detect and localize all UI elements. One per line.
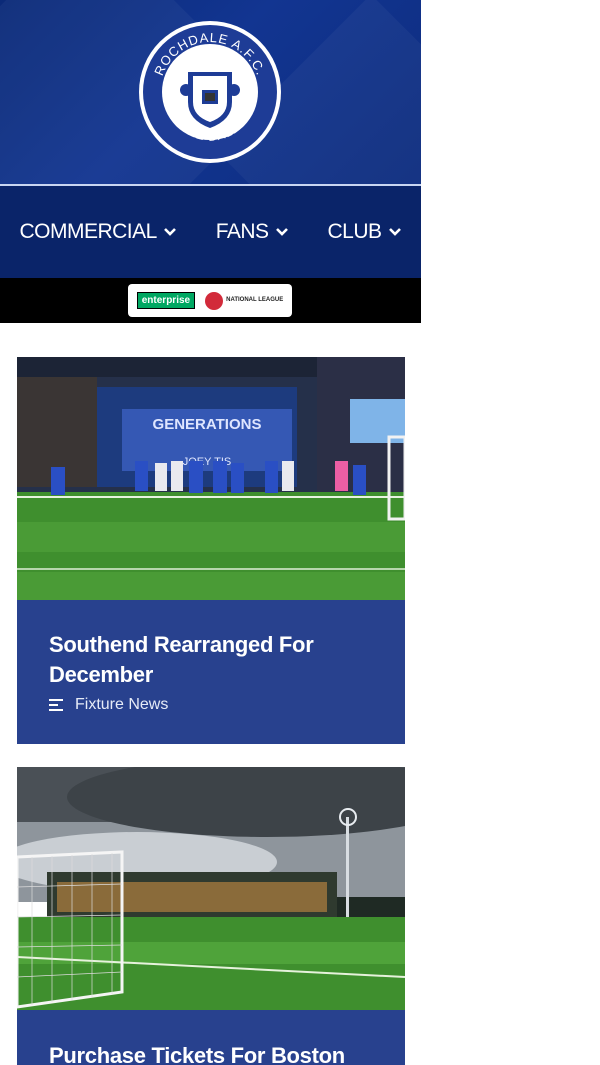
- nav-item-label: CLUB: [327, 220, 382, 243]
- article-image[interactable]: GENERATIONS JOEY TIS: [17, 357, 405, 600]
- stadium-banner-text: GENERATIONS: [153, 416, 262, 433]
- nav-item-fans[interactable]: FANS: [216, 220, 289, 244]
- chevron-down-icon: [163, 228, 176, 236]
- nav-item-label: COMMERCIAL: [19, 220, 157, 243]
- chevron-down-icon: [275, 228, 288, 236]
- club-crest-logo[interactable]: ROCHDALE A.F.C. THE DALE: [138, 20, 283, 165]
- article-category[interactable]: Fixture News: [49, 696, 373, 714]
- national-league-badge-icon: [205, 291, 224, 310]
- nav-item-commercial[interactable]: COMMERCIAL: [19, 220, 176, 244]
- national-league-text: NATIONAL LEAGUE: [226, 297, 284, 303]
- nav-item-club[interactable]: CLUB: [327, 220, 401, 244]
- national-league-logo: NATIONAL LEAGUE: [205, 291, 284, 310]
- sponsor-bar: enterprise NATIONAL LEAGUE: [0, 278, 421, 323]
- news-card[interactable]: GENERATIONS JOEY TIS Southend Rearranged…: [17, 357, 405, 744]
- main-nav: COMMERCIAL FANS CLUB: [0, 186, 421, 278]
- card-body: Purchase Tickets For Boston: [17, 1010, 405, 1065]
- article-image[interactable]: [17, 767, 405, 1010]
- nav-item-label: FANS: [215, 220, 269, 243]
- enterprise-logo: enterprise: [136, 292, 196, 309]
- article-title[interactable]: Southend Rearranged For December: [49, 630, 373, 690]
- chevron-down-icon: [388, 228, 401, 236]
- article-title[interactable]: Purchase Tickets For Boston: [49, 1041, 373, 1065]
- crest-icon: ROCHDALE A.F.C. THE DALE: [139, 21, 281, 163]
- site-header: ROCHDALE A.F.C. THE DALE COMMERCIAL FANS: [0, 0, 421, 323]
- card-body: Southend Rearranged For December Fixture…: [17, 600, 405, 744]
- sponsor-logos[interactable]: enterprise NATIONAL LEAGUE: [128, 284, 292, 317]
- list-icon: [49, 699, 63, 711]
- category-label: Fixture News: [75, 696, 169, 713]
- news-card[interactable]: Purchase Tickets For Boston: [17, 767, 405, 1065]
